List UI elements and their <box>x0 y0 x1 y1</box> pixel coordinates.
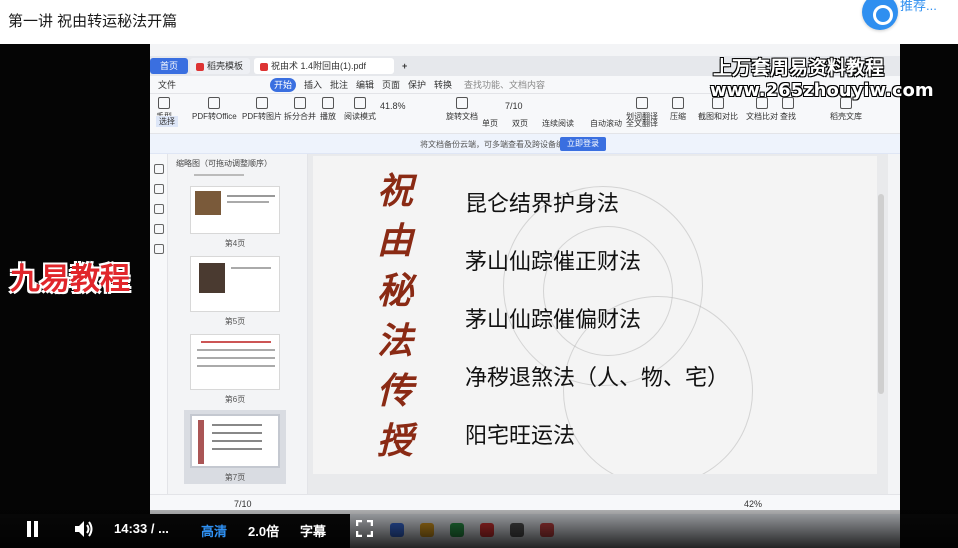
menu-home[interactable]: 开始 <box>270 78 297 92</box>
play-button[interactable]: 播放 <box>320 97 336 122</box>
screen-right-margin <box>900 44 958 514</box>
watermark-left-logo: 九易教程 <box>10 263 130 296</box>
double-page-button[interactable]: 双页 <box>512 118 528 129</box>
page-title: 第一讲 祝由转运秘法开篇 <box>8 13 178 30</box>
method-list: 昆仑结界护身法 茅山仙踪催正财法 茅山仙踪催偏财法 净秽退煞法（人、物、宅） 阳… <box>465 176 729 466</box>
title-char: 法 <box>376 320 413 362</box>
docer-icon <box>196 62 204 71</box>
tab-home[interactable]: 首页 <box>150 58 188 74</box>
tab-current-pdf[interactable]: 祝由术 1.4附回由(1).pdf <box>254 58 394 74</box>
page-indicator[interactable]: 7/10 <box>505 101 523 111</box>
thumbnail-label: 第5页 <box>224 317 246 326</box>
app-logo-icon[interactable] <box>862 0 898 30</box>
split-merge-button[interactable]: 拆分合并 <box>284 97 316 122</box>
notice-text: 将文档备份云端，可多端查看及跨设备编辑 <box>420 140 572 149</box>
thumbnail-panel-title: 缩略图（可拖动调整顺序） <box>176 159 272 168</box>
menu-page[interactable]: 页面 <box>378 78 404 92</box>
fullscreen-icon[interactable] <box>356 520 373 537</box>
method-item: 茅山仙踪催正财法 <box>465 250 642 275</box>
method-item: 茅山仙踪催偏财法 <box>465 308 642 333</box>
method-item: 净秽退煞法（人、物、宅） <box>465 366 730 391</box>
zoom-field[interactable]: 41.8% <box>380 101 406 111</box>
quality-button[interactable]: 高清 <box>201 521 227 540</box>
title-char: 由 <box>376 220 413 262</box>
stamp-icon[interactable] <box>153 244 164 254</box>
status-page-indicator[interactable]: 7/10 <box>234 499 252 509</box>
compress-button[interactable]: 压缩 <box>670 97 686 122</box>
page-header: 第一讲 祝由转运秘法开篇 推荐... <box>0 0 958 44</box>
app-badge-text[interactable]: 推荐... <box>900 0 958 14</box>
translate-icon <box>636 97 648 109</box>
status-zoom[interactable]: 42% <box>744 499 762 509</box>
menu-edit[interactable]: 编辑 <box>352 78 378 92</box>
image-icon <box>256 97 268 109</box>
comment-icon[interactable] <box>153 204 164 214</box>
subtitle-button[interactable]: 字幕 <box>300 521 326 540</box>
attachment-icon[interactable] <box>153 224 164 234</box>
auto-scroll-button[interactable]: 自动滚动 <box>590 118 622 129</box>
new-tab-button[interactable]: + <box>396 58 410 74</box>
menu-insert[interactable]: 插入 <box>300 78 326 92</box>
tab-docer[interactable]: 稻壳模板 <box>190 58 250 74</box>
player-controls: 14:33 / ... 高清 2.0倍 字幕 <box>0 510 958 548</box>
thumbnail-label: 第4页 <box>224 239 246 248</box>
thumbnail-page-4[interactable] <box>190 186 280 234</box>
left-rail <box>150 154 168 494</box>
split-icon <box>294 97 306 109</box>
title-char: 传 <box>376 370 413 412</box>
pdf-icon <box>260 62 268 71</box>
login-button[interactable]: 立即登录 <box>560 137 606 151</box>
method-item: 阳宅旺运法 <box>465 424 576 449</box>
menu-file[interactable]: 文件 <box>154 78 180 92</box>
thumbnail-label: 第6页 <box>224 395 246 404</box>
compress-icon <box>672 97 684 109</box>
thumbnail-page-7[interactable] <box>190 414 280 468</box>
search-box[interactable]: 查找功能、文档内容 <box>460 78 549 92</box>
pdf-to-image-button[interactable]: PDF转图片 <box>242 97 282 122</box>
full-translate-button[interactable]: 全文翻译 <box>626 118 658 129</box>
speed-button[interactable]: 2.0倍 <box>248 521 279 540</box>
menu-protect[interactable]: 保护 <box>404 78 430 92</box>
video-player[interactable]: 首页 稻壳模板 祝由术 1.4附回由(1).pdf + 文件 开始 插入 批注 … <box>0 44 958 548</box>
slide-page: 祝 由 秘 法 传 授 昆仑结界护身法 茅山仙踪催正财法 茅山仙踪催偏财法 净秽… <box>313 156 877 474</box>
title-char: 秘 <box>376 270 413 312</box>
tab-current-label: 祝由术 1.4附回由(1).pdf <box>271 61 367 71</box>
notice-bar: 将文档备份云端，可多端查看及跨设备编辑 立即登录 <box>150 134 900 154</box>
continuous-button[interactable]: 连续阅读 <box>542 118 574 129</box>
pdf-to-office-button[interactable]: PDF转Office <box>192 97 237 122</box>
single-page-button[interactable]: 单页 <box>482 118 498 129</box>
vertical-scrollbar[interactable] <box>878 194 884 394</box>
method-item: 昆仑结界护身法 <box>465 192 620 217</box>
hand-icon <box>158 97 170 109</box>
video-frame: 首页 稻壳模板 祝由术 1.4附回由(1).pdf + 文件 开始 插入 批注 … <box>0 44 958 548</box>
pause-icon[interactable] <box>26 521 40 537</box>
convert-icon <box>208 97 221 109</box>
thumbnail-panel: 缩略图（可拖动调整顺序） 第4页 第5页 第6页 第7页 <box>168 154 308 494</box>
volume-icon[interactable] <box>73 519 95 539</box>
book-icon <box>354 97 366 109</box>
thumbnail-page-5[interactable] <box>190 256 280 312</box>
thumbnail-icon[interactable] <box>153 184 164 194</box>
menu-convert[interactable]: 转换 <box>430 78 456 92</box>
pdf-app-window: 首页 稻壳模板 祝由术 1.4附回由(1).pdf + 文件 开始 插入 批注 … <box>150 44 900 514</box>
document-view[interactable]: 祝 由 秘 法 传 授 昆仑结界护身法 茅山仙踪催正财法 茅山仙踪催偏财法 净秽… <box>308 154 888 494</box>
time-display: 14:33 / ... <box>114 521 169 536</box>
thumbnail-label: 第7页 <box>224 473 246 482</box>
tab-docer-label: 稻壳模板 <box>207 61 244 71</box>
title-char: 祝 <box>376 170 413 212</box>
thumbnail-page-6[interactable] <box>190 334 280 390</box>
read-mode-button[interactable]: 阅读模式 <box>344 97 376 122</box>
title-char: 授 <box>376 420 413 462</box>
bookmark-icon[interactable] <box>153 164 164 174</box>
play-icon <box>322 97 334 109</box>
select-tool[interactable]: 选择 <box>156 116 178 127</box>
watermark-url: www.265zhouyiw.com <box>710 80 934 101</box>
vertical-title: 祝 由 秘 法 传 授 <box>375 166 415 466</box>
rotate-icon <box>456 97 468 109</box>
menu-annotate[interactable]: 批注 <box>326 78 352 92</box>
rotate-button[interactable]: 旋转文档 <box>446 97 478 122</box>
watermark-top-text: 上万套周易资料教程 <box>713 58 885 79</box>
thumbnail-size-slider[interactable] <box>194 174 244 176</box>
